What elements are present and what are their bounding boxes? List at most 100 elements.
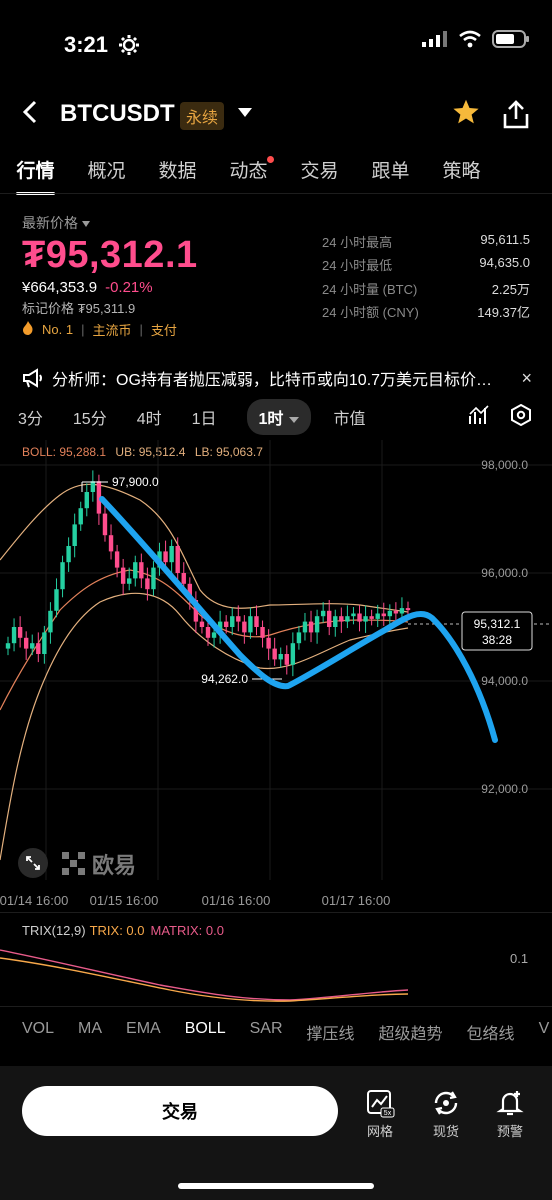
cny-price-row: ¥664,353.9 -0.21%	[22, 279, 153, 296]
countdown-label: 38:28	[482, 633, 512, 647]
x-axis: 01/14 16:00 01/15 16:00 01/16 16:00 01/17 1…	[0, 893, 390, 908]
latest-price-selector[interactable]: 最新价格	[22, 213, 90, 233]
indicator-icon[interactable]	[468, 404, 490, 426]
market-value-tab[interactable]: 市值	[333, 405, 365, 429]
close-news-button[interactable]: ×	[521, 368, 532, 389]
candle-body	[272, 648, 277, 660]
candle-body	[169, 546, 174, 563]
indicator-more[interactable]: V	[539, 1020, 550, 1044]
caret-down-icon	[82, 221, 90, 228]
stat-row: 24 小时量 (BTC) 2.25万	[322, 281, 530, 297]
candle-body	[314, 616, 320, 633]
indicator-vol[interactable]: VOL	[22, 1020, 54, 1044]
candle-body	[54, 589, 59, 611]
tab-data[interactable]: 数据	[142, 156, 213, 195]
indicator-ma[interactable]: MA	[78, 1020, 102, 1044]
mainstream-tag[interactable]: 主流币	[92, 320, 131, 339]
annotations: 97,900.0 94,262.0 95,312.1 38:28	[81, 475, 552, 743]
grid-bot-button[interactable]: 5x 网格	[350, 1088, 410, 1140]
indicator-boll[interactable]: BOLL	[185, 1020, 226, 1044]
svg-text:5x: 5x	[384, 1110, 392, 1117]
candle-body	[151, 567, 156, 590]
tab-trade[interactable]: 交易	[284, 156, 355, 195]
indicator-envelope[interactable]: 包络线	[467, 1020, 515, 1044]
status-icons	[422, 30, 530, 48]
notification-dot	[267, 156, 274, 163]
perpetual-badge: 永续	[180, 102, 225, 130]
candle-body	[308, 621, 314, 633]
candle-body	[84, 492, 89, 509]
trade-button[interactable]: 交易	[22, 1086, 338, 1136]
okx-logo-icon	[62, 852, 85, 875]
indicator-supertrend[interactable]: 超级趋势	[379, 1020, 443, 1044]
rank-tag[interactable]: No. 1	[42, 322, 73, 337]
y-tick-label: 96,000.0	[481, 566, 528, 580]
stat-row: 24 小时最高 95,611.5	[322, 232, 530, 250]
status-time: 3:21	[64, 32, 109, 57]
candle-body	[102, 513, 108, 536]
candle-body	[254, 616, 259, 627]
current-price-label: 95,312.1	[474, 617, 521, 631]
interval-4h[interactable]: 4时	[137, 405, 162, 429]
candle-body	[211, 632, 217, 638]
candle-body	[387, 610, 393, 617]
trix-legend: TRIX(12,9) TRIX: 0.0 MATRIX: 0.0	[22, 923, 224, 938]
candle-body	[284, 654, 289, 665]
interval-1d[interactable]: 1日	[192, 405, 217, 429]
news-ticker[interactable]: 分析师：OG持有者抛压减弱，比特币或向10.7万美元目标价… ×	[22, 366, 532, 390]
y-tick-label: 94,000.0	[481, 674, 528, 688]
indicator-support-resistance[interactable]: 撑压线	[307, 1020, 355, 1044]
candle-body	[320, 610, 326, 617]
candle-body	[60, 562, 65, 590]
candle-body	[72, 524, 77, 546]
candle-body	[302, 621, 308, 633]
hand-drawn-trend-stroke	[99, 496, 498, 743]
candle-body	[205, 627, 211, 638]
candle-body	[405, 608, 411, 611]
spot-button[interactable]: 现货	[416, 1088, 476, 1140]
candle-body	[357, 613, 362, 622]
fullscreen-button[interactable]	[18, 848, 48, 878]
x-tick-label: 01/14 16:00	[0, 893, 68, 908]
interval-1h[interactable]: 1时	[246, 399, 312, 435]
spot-icon	[434, 1091, 458, 1115]
candle-body	[11, 627, 17, 644]
x-tick-label: 01/16 16:00	[202, 893, 271, 908]
news-text: 分析师：OG持有者抛压减弱，比特币或向10.7万美元目标价…	[52, 372, 493, 389]
candle-body	[333, 616, 338, 627]
x-tick-label: 01/15 16:00	[90, 893, 159, 908]
24h-stats: 24 小时最高 95,611.5 24 小时最低 94,635.0 24 小时量 (…	[322, 232, 530, 325]
candle-body	[345, 616, 350, 622]
candle-body	[230, 616, 235, 627]
candle-body	[48, 610, 53, 633]
candle-body	[23, 637, 29, 649]
candle-body	[30, 643, 35, 649]
tab-market[interactable]: 行情	[0, 156, 71, 195]
pair-dropdown-caret-icon[interactable]	[238, 108, 252, 117]
tab-copy-trading[interactable]: 跟单	[355, 156, 426, 195]
y-tick-label: 92,000.0	[481, 782, 528, 796]
favorite-button[interactable]	[452, 98, 480, 134]
tab-overview[interactable]: 概况	[71, 156, 142, 195]
candle-body	[163, 551, 168, 563]
payment-tag[interactable]: 支付	[151, 320, 177, 339]
tab-feed[interactable]: 动态	[213, 156, 284, 195]
candle-body	[133, 562, 138, 579]
chart-settings-icon[interactable]	[510, 404, 532, 426]
alert-button[interactable]: 预警	[480, 1088, 540, 1140]
pair-title[interactable]: BTCUSDT	[60, 100, 175, 128]
boll-upper-band	[0, 483, 409, 613]
chart-tools	[468, 404, 532, 426]
indicator-divider	[0, 1006, 552, 1007]
interval-3m[interactable]: 3分	[18, 405, 43, 429]
candle-body	[278, 654, 283, 660]
indicator-sar[interactable]: SAR	[250, 1020, 283, 1044]
candle-body	[127, 578, 132, 584]
indicator-ema[interactable]: EMA	[126, 1020, 161, 1044]
mark-price: 标记价格 ₮95,311.9	[22, 301, 136, 316]
candle-body	[145, 578, 150, 590]
interval-15m[interactable]: 15分	[73, 405, 107, 429]
tab-strategy[interactable]: 策略	[426, 156, 497, 195]
back-button[interactable]	[22, 98, 38, 132]
share-button[interactable]	[502, 100, 530, 135]
